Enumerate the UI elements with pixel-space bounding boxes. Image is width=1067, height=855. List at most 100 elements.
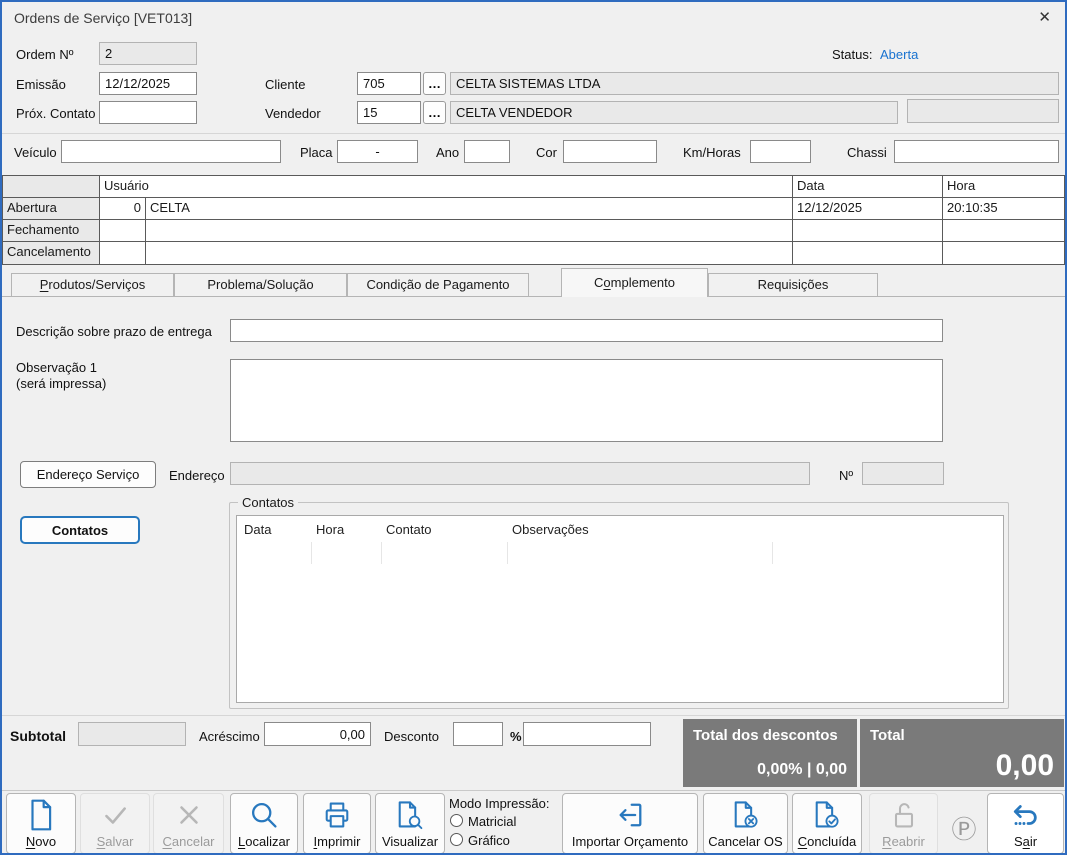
contatos-button[interactable]: Contatos (20, 516, 140, 544)
acrescimo-field[interactable] (264, 722, 371, 746)
numero-field (862, 462, 944, 485)
event-cell-user: CELTA (146, 198, 793, 220)
status-label: Status: (832, 47, 872, 62)
radio-matricial[interactable] (450, 814, 463, 827)
new-document-icon (7, 796, 75, 834)
document-x-icon (704, 796, 787, 834)
cliente-code-field[interactable] (357, 72, 421, 95)
cliente-name-field (450, 72, 1059, 95)
p-indicator-icon: Ⓟ (949, 810, 979, 846)
prox-contato-label: Próx. Contato (16, 106, 96, 121)
observacao-label-line2: (será impressa) (16, 376, 106, 391)
open-padlock-icon (870, 796, 937, 834)
placa-field[interactable] (337, 140, 418, 163)
reabrir-button[interactable]: Reabrir (869, 793, 938, 854)
vendedor-label: Vendedor (265, 106, 321, 121)
prazo-field[interactable] (230, 319, 943, 342)
concluida-button[interactable]: Concluída (792, 793, 862, 854)
acrescimo-label: Acréscimo (199, 729, 260, 744)
descontos-panel-title: Total dos descontos (693, 727, 838, 744)
events-header-blank (3, 176, 100, 198)
km-horas-field[interactable] (750, 140, 811, 163)
contatos-col-hora: Hora (316, 522, 344, 537)
ano-label: Ano (436, 145, 459, 160)
tab-condicao-pagamento[interactable]: Condição de Pagamento (347, 273, 529, 297)
ordem-label: Ordem Nº (16, 47, 73, 62)
imprimir-button[interactable]: Imprimir (303, 793, 371, 854)
title-bar: Ordens de Serviço [VET013] ✕ (2, 2, 1065, 34)
sair-button[interactable]: Sair (987, 793, 1064, 854)
event-cell-user (146, 242, 793, 264)
prox-contato-field[interactable] (99, 101, 197, 124)
desconto-value-field[interactable] (523, 722, 651, 746)
descontos-panel: Total dos descontos 0,00% | 0,00 (683, 719, 857, 787)
event-cell-data: 12/12/2025 (793, 198, 943, 220)
tab-requisicoes[interactable]: Requisições (708, 273, 878, 297)
localizar-button[interactable]: Localizar (230, 793, 298, 854)
check-icon (81, 796, 149, 834)
contatos-col-contato: Contato (386, 522, 432, 537)
contatos-list[interactable]: Data Hora Contato Observações (236, 515, 1004, 703)
veiculo-field[interactable] (61, 140, 281, 163)
ano-field[interactable] (464, 140, 510, 163)
header-separator (2, 133, 1065, 134)
tab-problema-solucao[interactable]: Problema/Solução (174, 273, 347, 297)
print-mode-title: Modo Impressão: (449, 796, 549, 811)
close-icon[interactable]: ✕ (1038, 8, 1051, 26)
event-cell-data (793, 242, 943, 264)
cancelar-os-button[interactable]: Cancelar OS (703, 793, 788, 854)
cor-label: Cor (536, 145, 557, 160)
observacao-textarea[interactable] (230, 359, 943, 442)
events-table: Usuário Data Hora Abertura 0 CELTA 12/12… (2, 175, 1065, 265)
cliente-lookup-button[interactable]: … (423, 72, 446, 95)
desconto-percent-field[interactable] (453, 722, 503, 746)
subtotal-field (78, 722, 186, 746)
contatos-col-data: Data (244, 522, 271, 537)
total-panel: Total 0,00 (860, 719, 1064, 787)
endereco-field (230, 462, 810, 485)
importar-orcamento-button[interactable]: Importar Orçamento (562, 793, 698, 854)
percent-label: % (510, 729, 522, 744)
toolbar-separator (2, 790, 1065, 791)
endereco-servico-button[interactable]: Endereço Serviço (20, 461, 156, 488)
visualizar-button[interactable]: Visualizar (375, 793, 445, 854)
printer-icon (304, 796, 370, 834)
events-header-data: Data (793, 176, 943, 198)
vendedor-lookup-button[interactable]: … (423, 101, 446, 124)
document-check-icon (793, 796, 861, 834)
cliente-label: Cliente (265, 77, 305, 92)
event-cell-user (146, 220, 793, 242)
placa-label: Placa (300, 145, 333, 160)
km-horas-label: Km/Horas (683, 145, 741, 160)
prazo-label: Descrição sobre prazo de entrega (16, 324, 212, 339)
chassi-field[interactable] (894, 140, 1059, 163)
contatos-group-title: Contatos (238, 495, 298, 510)
emissao-field[interactable] (99, 72, 197, 95)
radio-grafico[interactable] (450, 833, 463, 846)
endereco-label: Endereço (169, 468, 225, 483)
chassi-label: Chassi (847, 145, 887, 160)
event-cell-code: 0 (100, 198, 146, 220)
novo-button[interactable]: Novo (6, 793, 76, 854)
document-magnifier-icon (376, 796, 444, 834)
column-separator (772, 542, 773, 564)
column-separator (381, 542, 382, 564)
tab-complemento[interactable]: Complemento (561, 268, 708, 297)
tab-produtos-servicos[interactable]: Produtos/Serviços (11, 273, 174, 297)
event-cell-code (100, 242, 146, 264)
column-separator (507, 542, 508, 564)
totals-separator (2, 715, 1065, 716)
cor-field[interactable] (563, 140, 657, 163)
radio-matricial-label: Matricial (468, 814, 516, 829)
vendedor-name-field (450, 101, 898, 124)
radio-grafico-label: Gráfico (468, 833, 510, 848)
event-cell-data (793, 220, 943, 242)
column-separator (311, 542, 312, 564)
event-row-label: Abertura (3, 198, 100, 220)
salvar-button[interactable]: Salvar (80, 793, 150, 854)
event-row-label: Fechamento (3, 220, 100, 242)
cancelar-button[interactable]: Cancelar (153, 793, 224, 854)
observacao-label-line1: Observação 1 (16, 360, 97, 375)
vendedor-code-field[interactable] (357, 101, 421, 124)
contatos-col-observacoes: Observações (512, 522, 589, 537)
